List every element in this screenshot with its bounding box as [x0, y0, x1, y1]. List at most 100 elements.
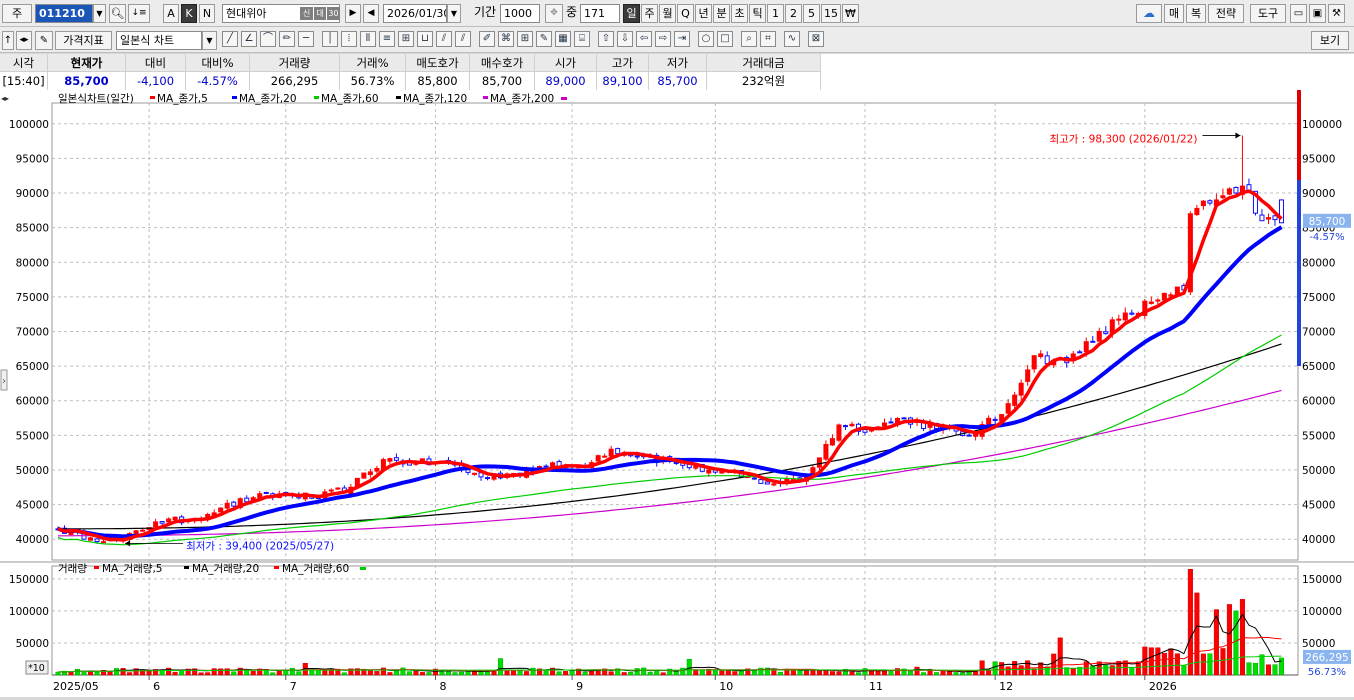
crosshair-tool-icon[interactable]: ⌗ [760, 31, 776, 47]
candle-body [888, 421, 894, 424]
fibo-retrace-icon[interactable]: ≡ [379, 31, 395, 47]
wrench-icon[interactable]: ⚒ [1328, 4, 1345, 23]
candle-body [387, 458, 393, 462]
volume-bar [712, 670, 718, 676]
table-tool-icon[interactable]: ⊞ [517, 31, 533, 47]
pen-tool-icon[interactable]: ✏ [279, 31, 295, 47]
wave-tool-icon[interactable]: ∿ [784, 31, 800, 47]
clear-tool-icon[interactable]: ⊠ [808, 31, 824, 47]
period-tab-1[interactable]: 주 [641, 4, 658, 23]
fan-tool-icon[interactable]: ⊔ [417, 31, 433, 47]
volume-bar [270, 672, 276, 676]
up-arrow-icon[interactable]: ↑ [2, 31, 14, 50]
a-button[interactable]: A [163, 4, 179, 23]
candle-body [471, 472, 478, 475]
hline-tool-icon[interactable]: ─ [298, 31, 314, 47]
sort-icon[interactable]: ↓≡ [128, 4, 150, 23]
y-tick-right: 70000 [1302, 327, 1335, 339]
price-legend-swatch [232, 96, 237, 99]
period-tab-9[interactable]: 2 [785, 4, 802, 23]
volume-bar [881, 670, 888, 676]
zoom-tool-icon[interactable]: ⌕ [741, 31, 757, 47]
circle-tool-icon[interactable]: ○ [698, 31, 714, 47]
prev-arrow-icon[interactable]: ◀ [363, 4, 379, 23]
next-arrow-icon[interactable]: ▶ [345, 4, 361, 23]
quote-header-6: 매도호가 [406, 54, 470, 72]
cloud-icon[interactable]: ☁ [1136, 4, 1162, 23]
date-input[interactable]: 2026/01/30 [383, 4, 447, 23]
period-tab-7[interactable]: 틱 [749, 4, 766, 23]
arrow-up-tool-icon[interactable]: ⇧ [598, 31, 614, 47]
line-tool-icon[interactable]: ╱ [222, 31, 238, 47]
candle-body [159, 521, 165, 524]
period-tab-3[interactable]: Q [677, 4, 694, 23]
angle-tool-icon[interactable]: ∠ [241, 31, 257, 47]
expand-horizontal-icon[interactable]: ◂▸ [16, 31, 32, 50]
k-button[interactable]: K [181, 4, 197, 23]
period-tab-5[interactable]: 분 [713, 4, 730, 23]
price-legend-swatch [561, 97, 567, 100]
calendar-dropdown-icon[interactable]: ▼ [447, 4, 461, 23]
channel-tool-icon[interactable]: ⫽ [436, 31, 452, 47]
code-dropdown-icon[interactable]: ▼ [93, 4, 106, 23]
period-tab-11[interactable]: 15 [821, 4, 841, 23]
period-tab-6[interactable]: 초 [731, 4, 748, 23]
save-icon[interactable]: ▣ [1309, 4, 1326, 23]
arc-tool-icon[interactable]: ⌒ [260, 31, 276, 47]
pan-arrows-icon: ◂▸ [1, 94, 9, 103]
view-button[interactable]: 보기 [1311, 31, 1349, 50]
period-tab-0[interactable]: 일 [623, 4, 640, 23]
box-tool-icon[interactable]: ▦ [555, 31, 571, 47]
tool-button-2[interactable]: 복 [1186, 4, 1206, 23]
period-tab-4[interactable]: 년 [695, 4, 712, 23]
strategy-button[interactable]: 전략 [1208, 4, 1244, 23]
y-tick-right: 65000 [1302, 361, 1335, 373]
rect-tool-icon[interactable]: □ [717, 31, 733, 47]
parallel-tool-icon[interactable]: ⫽ [455, 31, 471, 47]
volume-bar [426, 672, 432, 676]
volume-legend-title: 거래량 [58, 563, 87, 575]
fibo-time-icon[interactable]: ⦀ [360, 31, 376, 47]
x-tick-label: 9 [576, 680, 583, 693]
marker-tool-icon[interactable]: ✐ [479, 31, 495, 47]
price-volume-chart[interactable]: ›◂▸100000 10000095000 9500090000 9000085000… [0, 90, 1354, 697]
arrow-down-tool-icon[interactable]: ⇩ [617, 31, 633, 47]
cycle-tool-icon[interactable]: ⦙ [341, 31, 357, 47]
folder-icon[interactable]: ▭ [1290, 4, 1307, 23]
symbol-tool-icon[interactable]: ⌘ [498, 31, 514, 47]
arrow-left-tool-icon[interactable]: ⇦ [636, 31, 652, 47]
price-legend-item: MA_종가,120 [403, 93, 467, 105]
n-button[interactable]: N [199, 4, 215, 23]
tools-button[interactable]: 도구 [1250, 4, 1286, 23]
edit-icon[interactable]: ✎ [35, 31, 53, 50]
y-tick-right: 80000 [1302, 257, 1335, 269]
candle-body [608, 448, 614, 457]
period-tab-2[interactable]: 월 [659, 4, 676, 23]
chart-type-dropdown-icon[interactable]: ▼ [202, 31, 217, 50]
period-tab-8[interactable]: 1 [767, 4, 784, 23]
shape-tool-icon[interactable]: ⌸ [574, 31, 590, 47]
arrow-end-tool-icon[interactable]: ⇥ [674, 31, 690, 47]
grid-tool-icon[interactable]: ⊞ [398, 31, 414, 47]
chart-type-select[interactable]: 일본식 차트 [116, 31, 202, 50]
candle-body [986, 417, 992, 425]
price-legend-swatch [483, 96, 488, 99]
crosshair-icon[interactable]: ✥ [545, 4, 563, 23]
count-input[interactable]: 171 [580, 4, 620, 23]
volume-bar [1252, 662, 1258, 676]
period-tab-12[interactable]: ₩ [842, 4, 859, 23]
vline-tool-icon[interactable]: │ [322, 31, 338, 47]
volume-legend-item: MA_거래량,60 [282, 563, 349, 575]
period-tab-10[interactable]: 5 [803, 4, 820, 23]
period-input[interactable]: 1000 [500, 4, 540, 23]
y-tick-left: 65000 [16, 361, 49, 373]
arrow-right-tool-icon[interactable]: ⇨ [655, 31, 671, 47]
candle-body [101, 541, 107, 544]
indicator-button[interactable]: 가격지표 [55, 31, 112, 50]
search-icon[interactable]: 🔍︎ [109, 4, 126, 23]
stock-code-input[interactable]: 011210 [35, 4, 93, 23]
note-tool-icon[interactable]: ✎ [536, 31, 552, 47]
tool-button-1[interactable]: 매 [1164, 4, 1184, 23]
candle-body [1200, 200, 1206, 207]
market-tab[interactable]: 주 [2, 4, 32, 23]
